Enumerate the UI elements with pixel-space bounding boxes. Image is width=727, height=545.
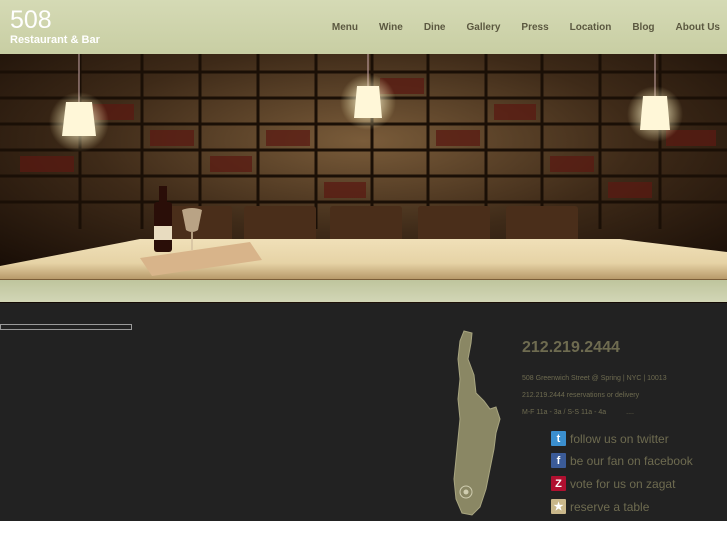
facebook-link[interactable]: f be our fan on facebook (551, 453, 693, 468)
nav-item-press[interactable]: Press (521, 22, 548, 33)
hero-image (0, 54, 727, 303)
hours-text: M-F 11a - 3a / S-S 11a - 4a (522, 409, 607, 416)
logo[interactable]: 508 Restaurant & Bar (10, 7, 100, 47)
reserve-link[interactable]: ★ reserve a table (551, 499, 649, 514)
facebook-icon: f (551, 453, 566, 468)
twitter-label: follow us on twitter (570, 431, 669, 446)
nav-item-location[interactable]: Location (570, 22, 612, 33)
nav-item-dine[interactable]: Dine (424, 22, 446, 33)
reserve-label: reserve a table (570, 499, 650, 514)
zagat-icon: Z (551, 476, 566, 491)
zagat-label: vote for us on zagat (570, 476, 676, 491)
footer: 212.219.2444 508 Greenwich Street @ Spri… (0, 303, 727, 521)
main-nav: Menu Wine Dine Gallery Press Location Bl… (324, 22, 727, 33)
site-header: 508 Restaurant & Bar Menu Wine Dine Gall… (0, 0, 727, 54)
logo-subtitle: Restaurant & Bar (10, 34, 100, 46)
hours-more: .... (626, 409, 634, 416)
nav-item-blog[interactable]: Blog (632, 22, 654, 33)
hours-line: M-F 11a - 3a / S-S 11a - 4a .... (522, 409, 634, 416)
hero-bottom-band (0, 280, 727, 302)
twitter-icon: t (551, 431, 566, 446)
page: 508 Restaurant & Bar Menu Wine Dine Gall… (0, 0, 727, 545)
wine-bar-photo (0, 54, 727, 303)
footer-divider (0, 324, 132, 330)
nav-item-gallery[interactable]: Gallery (466, 22, 500, 33)
opentable-icon: ★ (551, 499, 566, 514)
nav-item-menu[interactable]: Menu (332, 22, 358, 33)
logo-number: 508 (10, 6, 52, 34)
zagat-link[interactable]: Z vote for us on zagat (551, 476, 675, 491)
address-line: 508 Greenwich Street @ Spring | NYC | 10… (522, 375, 667, 382)
nav-item-wine[interactable]: Wine (379, 22, 403, 33)
phone-number: 212.219.2444 (522, 339, 620, 356)
manhattan-map[interactable] (446, 329, 502, 517)
nav-item-about-us[interactable]: About Us (676, 22, 720, 33)
twitter-link[interactable]: t follow us on twitter (551, 431, 669, 446)
facebook-label: be our fan on facebook (570, 453, 693, 468)
reservations-line: 212.219.2444 reservations or delivery (522, 392, 640, 399)
